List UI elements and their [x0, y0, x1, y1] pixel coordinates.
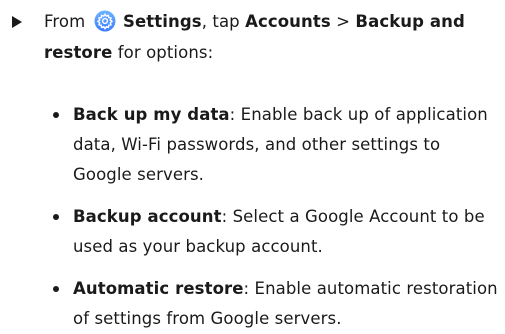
step-suffix: for options:: [117, 43, 214, 62]
path-separator: >: [336, 12, 351, 31]
bullet-dot-icon: [53, 286, 59, 292]
bullet-dot-icon: [53, 214, 59, 220]
option-term: Backup account: [73, 207, 222, 226]
instruction-text: From Settings, tap Accounts > Backup and…: [44, 6, 496, 68]
option-term: Back up my data: [73, 105, 230, 124]
step-prefix: From: [44, 12, 86, 31]
step-tap: , tap: [201, 12, 240, 31]
option-term: Automatic restore: [73, 279, 244, 298]
triangle-right-icon: [12, 16, 22, 28]
settings-label: Settings: [123, 12, 202, 31]
list-item: Back up my data: Enable back up of appli…: [53, 100, 503, 190]
list-item: Automatic restore: Enable automatic rest…: [53, 274, 503, 334]
gear-icon: [94, 10, 116, 32]
options-list: Back up my data: Enable back up of appli…: [53, 100, 503, 334]
bullet-dot-icon: [53, 112, 59, 118]
list-item: Backup account: Select a Google Account …: [53, 202, 503, 262]
accounts-label: Accounts: [245, 12, 331, 31]
